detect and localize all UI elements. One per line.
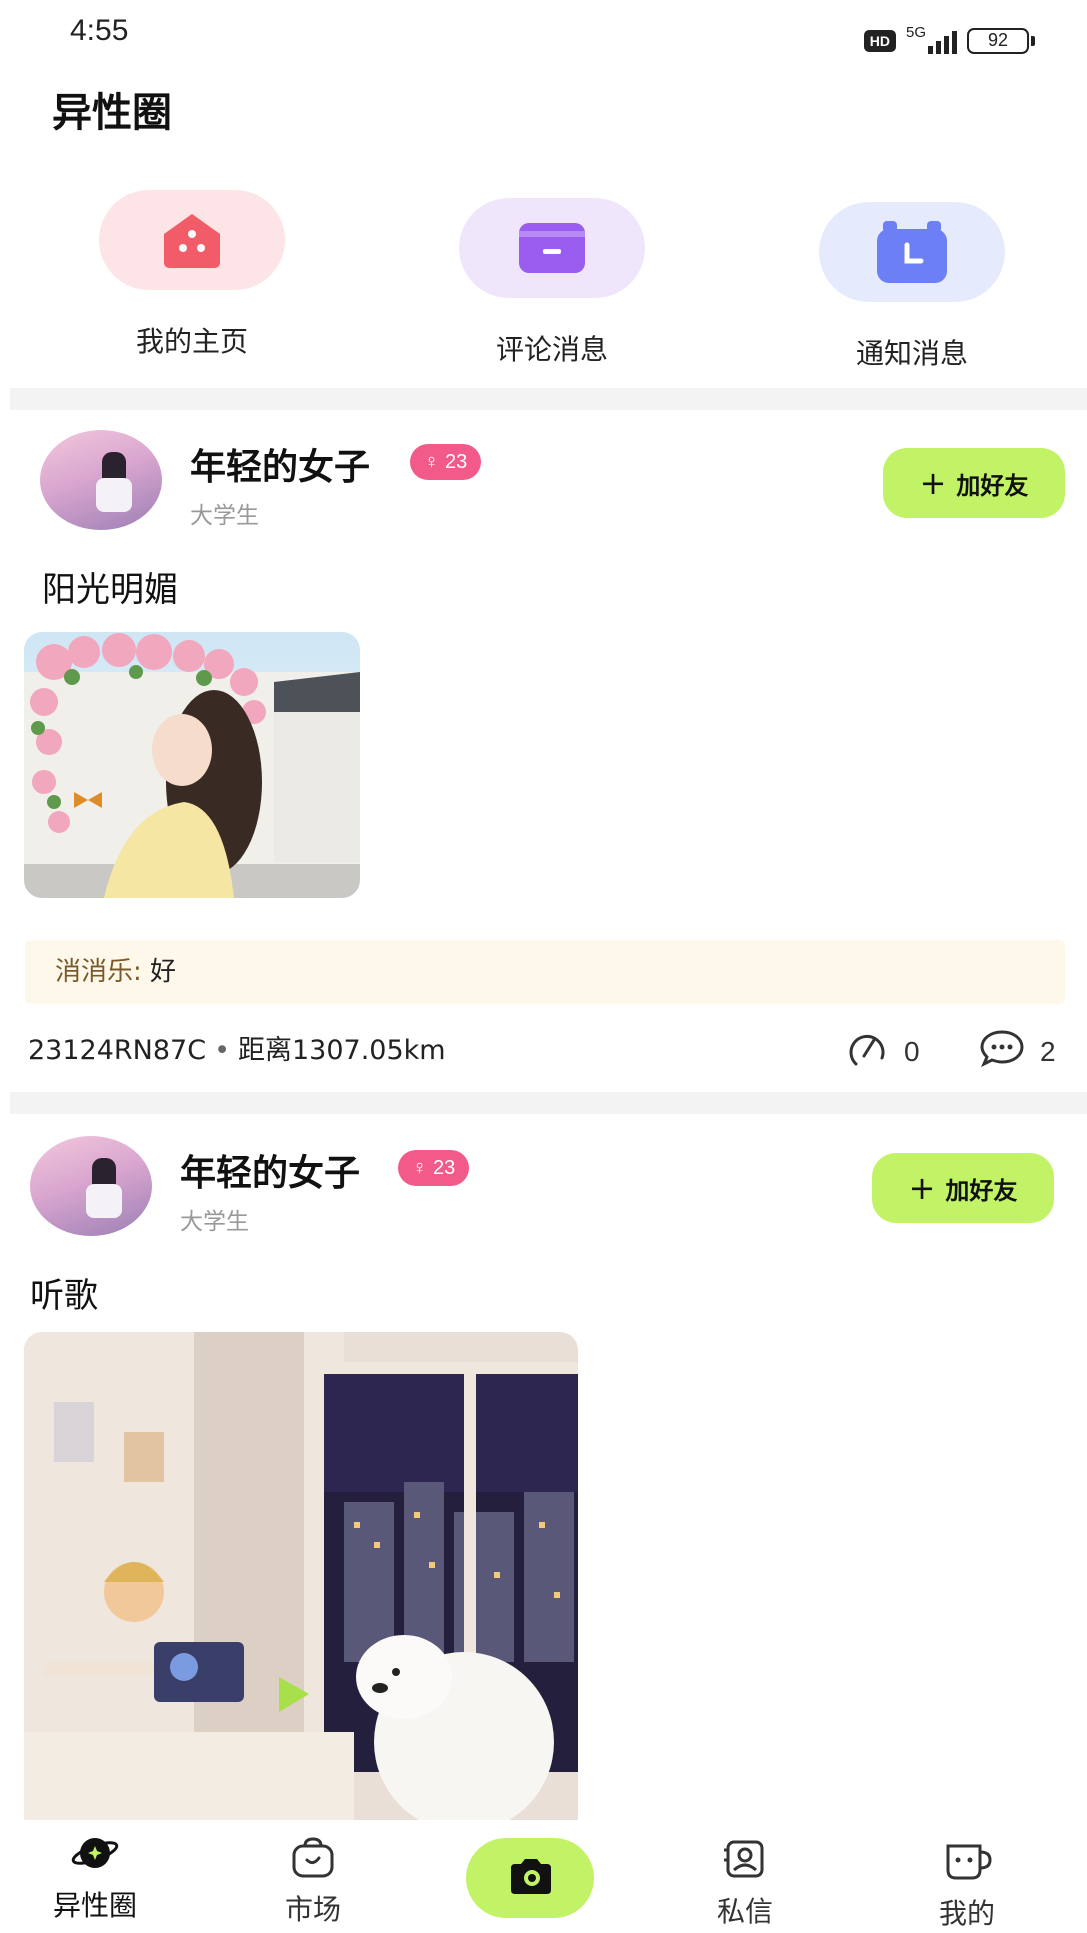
network-label: 5G — [906, 24, 927, 41]
calendar-clock-icon — [819, 202, 1005, 302]
post-image[interactable] — [24, 1332, 578, 1820]
quick-action-label: 评论消息 — [495, 333, 608, 366]
age-badge: ♀ 23 — [398, 1150, 470, 1186]
like-button[interactable]: 0 — [842, 1028, 920, 1075]
age-badge: ♀ 23 — [410, 444, 482, 480]
signal-icon: 5G — [906, 24, 957, 54]
username[interactable]: 年轻的女子 — [190, 438, 370, 490]
page-title: 异性圈 — [52, 90, 172, 136]
tab-mine[interactable]: 我的 — [892, 1840, 1042, 1932]
plus-icon: + — [919, 464, 947, 502]
tab-label: 我的 — [938, 1897, 995, 1930]
plus-icon: + — [908, 1169, 936, 1207]
status-icons: HD 5G 92 — [863, 24, 1035, 54]
add-friend-button[interactable]: + 加好友 — [872, 1153, 1054, 1223]
comment-messages-button[interactable]: 评论消息 — [457, 198, 647, 368]
user-subtitle: 大学生 — [180, 1209, 249, 1235]
camera-button[interactable] — [466, 1838, 594, 1918]
avatar[interactable] — [30, 1136, 152, 1236]
like-count: 0 — [904, 1035, 920, 1067]
tab-label: 私信 — [716, 1895, 773, 1928]
like-icon — [842, 1028, 890, 1075]
comment-button[interactable]: 2 — [978, 1028, 1056, 1075]
contact-card-icon — [670, 1838, 820, 1884]
hd-icon: HD — [863, 30, 896, 52]
post-text: 阳光明媚 — [42, 570, 178, 610]
distance-text: 距离1307.05km — [238, 1035, 446, 1066]
notification-messages-button[interactable]: 通知消息 — [817, 202, 1007, 372]
age-value: 23 — [445, 450, 468, 473]
comment-text: 好 — [150, 957, 177, 987]
post-text: 听歌 — [30, 1276, 98, 1316]
cup-face-icon — [892, 1840, 1042, 1886]
tab-market[interactable]: 市场 — [238, 1836, 388, 1928]
status-bar: 4:55 HD 5G 92 — [0, 0, 1087, 70]
add-friend-label: 加好友 — [945, 1176, 1018, 1205]
camera-icon — [505, 1856, 555, 1900]
add-friend-button[interactable]: + 加好友 — [883, 448, 1065, 518]
female-icon: ♀ — [424, 450, 439, 473]
section-divider — [10, 388, 1087, 410]
comment-separator: : — [133, 957, 151, 987]
age-value: 23 — [433, 1156, 456, 1179]
battery-icon: 92 — [967, 28, 1035, 54]
quick-action-label: 我的主页 — [135, 325, 248, 358]
avatar[interactable] — [40, 430, 162, 530]
quick-action-label: 通知消息 — [855, 337, 968, 370]
comment-preview[interactable]: 消消乐: 好 — [25, 940, 1065, 1004]
home-icon — [99, 190, 285, 290]
commenter-name: 消消乐 — [55, 957, 134, 987]
planet-icon — [20, 1832, 170, 1878]
tab-label: 异性圈 — [52, 1889, 137, 1922]
add-friend-label: 加好友 — [956, 471, 1029, 500]
device-model: 23124RN87C — [28, 1035, 207, 1066]
bag-icon — [238, 1836, 388, 1882]
battery-level: 92 — [967, 28, 1029, 54]
user-subtitle: 大学生 — [190, 503, 259, 529]
message-card-icon — [459, 198, 645, 298]
tab-private-messages[interactable]: 私信 — [670, 1838, 820, 1930]
my-homepage-button[interactable]: 我的主页 — [97, 190, 287, 360]
female-icon: ♀ — [412, 1156, 427, 1179]
comment-bubble-icon — [978, 1028, 1026, 1075]
post-meta: 23124RN87C • 距离1307.05km — [28, 1035, 446, 1066]
comment-count: 2 — [1040, 1035, 1056, 1067]
username[interactable]: 年轻的女子 — [180, 1144, 360, 1196]
status-time: 4:55 — [70, 14, 129, 47]
post-image[interactable] — [24, 632, 360, 898]
tab-opposite-sex-circle[interactable]: 异性圈 — [20, 1832, 170, 1924]
tab-label: 市场 — [284, 1893, 341, 1926]
section-divider — [10, 1092, 1087, 1114]
